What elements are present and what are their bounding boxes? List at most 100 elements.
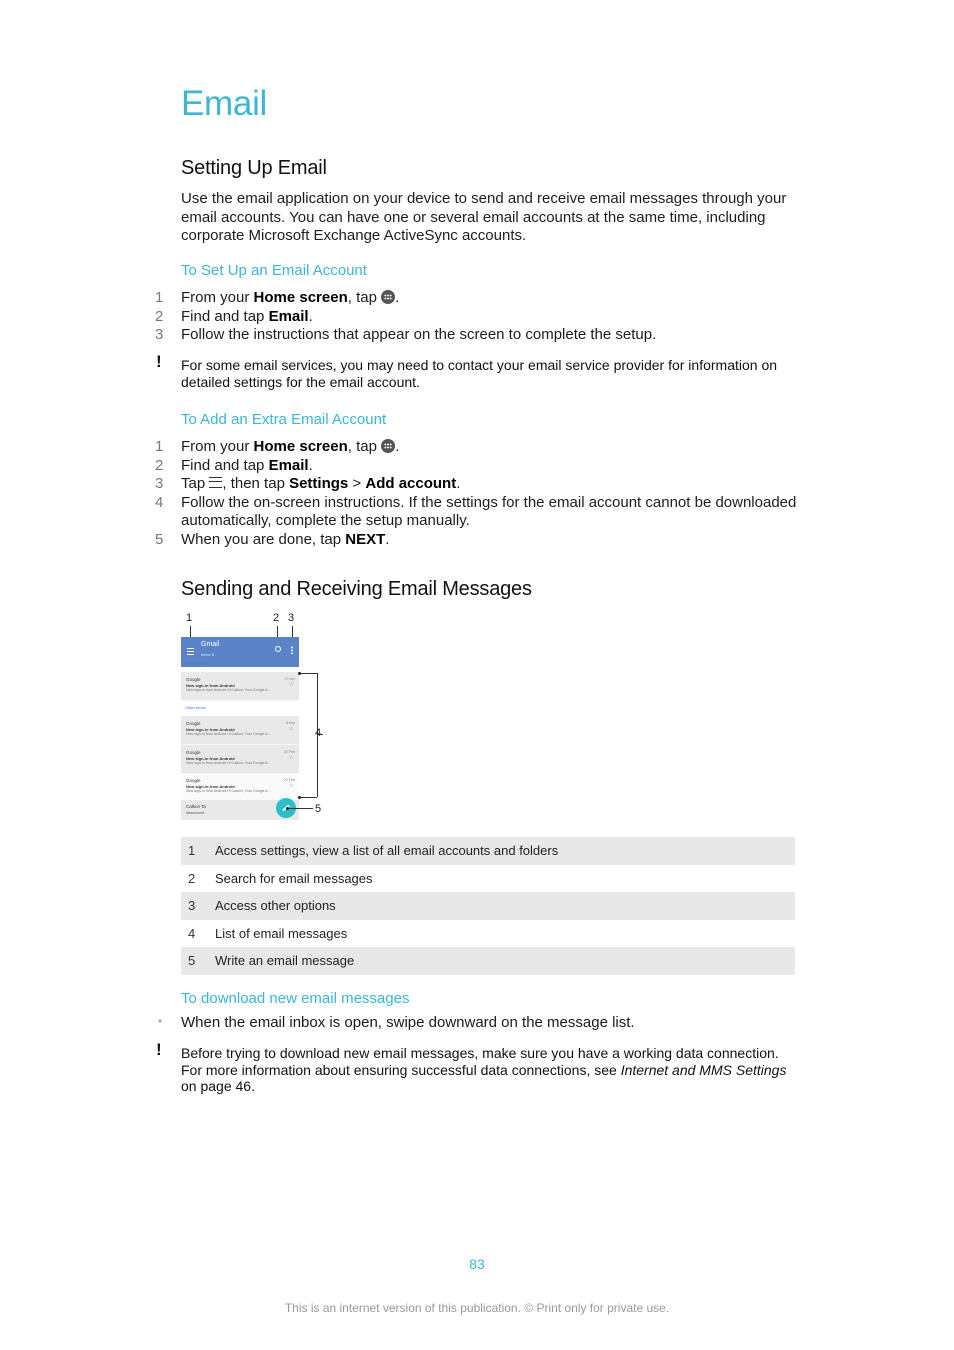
note-text: For some email services, you may need to…: [181, 357, 778, 390]
note-text-part: on page 46.: [181, 1078, 255, 1094]
subheading-add-extra-account: To Add an Extra Email Account: [181, 411, 387, 428]
step-number: 1: [155, 289, 164, 306]
step-item: 5 When you are done, tap NEXT.: [150, 531, 800, 550]
legend-text: List of email messages: [215, 925, 348, 941]
legend-number: 1: [188, 843, 196, 859]
legend-row: 5 Write an email message: [181, 947, 795, 975]
note-setup: ! For some email services, you may need …: [150, 352, 800, 390]
step-text: .: [395, 289, 400, 306]
legend-number: 5: [188, 953, 196, 969]
legend-number: 2: [188, 870, 196, 886]
extra-steps-list: 1 From your Home screen, tap . 2 Find an…: [150, 438, 800, 549]
step-number: 3: [155, 475, 164, 492]
star-icon: ☆: [288, 726, 294, 732]
exclamation-icon: !: [156, 1040, 162, 1059]
legend-row: 1 Access settings, view a list of all ema…: [181, 837, 795, 865]
ui-term-email: Email: [268, 307, 309, 325]
leader-dot: [298, 672, 301, 675]
step-item: 2 Find and tap Email.: [150, 308, 800, 327]
step-text: Find and tap: [181, 307, 269, 325]
step-number: 4: [155, 493, 164, 511]
step-number: 5: [155, 530, 164, 548]
bullet-icon: •: [158, 1014, 163, 1028]
draft-sender: Calkori Ta: [186, 804, 206, 809]
message-preview: New sign-in from Android Hi Calkori, You…: [186, 789, 271, 793]
apps-icon: [381, 290, 396, 304]
step-item: 1 From your Home screen, tap .: [150, 438, 800, 457]
leader-dot: [298, 796, 301, 799]
callout-4: 4: [315, 727, 322, 739]
star-icon: ☆: [288, 682, 294, 688]
message-preview: New sign-in from Android Hi Calkori, You…: [186, 732, 271, 736]
cross-reference-link[interactable]: Internet and MMS Settings: [621, 1062, 787, 1078]
step-text: , tap: [347, 438, 382, 455]
ui-term-email: Email: [268, 456, 309, 474]
callout-5: 5: [315, 803, 322, 815]
app-bar-subtitle: Inbox 5: [201, 652, 215, 657]
group-label: 1 week ago: [185, 661, 206, 666]
step-text: Find and tap: [181, 456, 269, 474]
legend-text: Write an email message: [215, 953, 355, 969]
message-item: Google New sign-in from Android New sign…: [181, 672, 299, 701]
footer-disclaimer: This is an internet version of this publ…: [284, 1301, 670, 1315]
bracket-line: [300, 673, 317, 674]
ui-term-home-screen: Home screen: [253, 438, 348, 455]
page-title: Email: [181, 84, 268, 123]
apps-icon: [381, 439, 396, 453]
step-text: , then tap: [222, 475, 290, 492]
message-item: Google New sign-in from Android New sign…: [181, 716, 299, 745]
legend-text: Access other options: [215, 898, 336, 914]
legend-row: 4 List of email messages: [181, 920, 795, 948]
step-text: When you are done, tap: [181, 530, 346, 548]
message-preview: New sign-in from Android Hi Calkori, You…: [186, 761, 271, 765]
bullet-text: When the email inbox is open, swipe down…: [181, 1014, 635, 1031]
step-item: 3 Tap , then tap Settings > Add account.: [150, 475, 800, 494]
draft-attachment-label: Attachment: [186, 811, 205, 815]
section-heading-setting-up: Setting Up Email: [181, 157, 327, 179]
callout-2: 2: [273, 612, 280, 624]
step-text: .: [308, 307, 313, 325]
section-heading-sending-receiving: Sending and Receiving Email Messages: [181, 578, 532, 600]
step-text: .: [456, 475, 461, 492]
step-number: 1: [155, 438, 164, 455]
setup-steps-list: 1 From your Home screen, tap . 2 Find an…: [150, 289, 800, 345]
step-item: 3 Follow the instructions that appear on…: [150, 326, 800, 345]
email-app-screenshot: 1 2 3 Gmail Inbox 5 1 week ago Google Ne…: [181, 611, 331, 826]
message-item: Google New sign-in from Android New sign…: [181, 745, 299, 774]
step-item: 1 From your Home screen, tap .: [150, 289, 800, 308]
callout-1: 1: [186, 612, 193, 624]
app-bar-title: Gmail: [201, 641, 220, 648]
step-text: From your: [181, 289, 254, 306]
step-text: .: [385, 530, 390, 548]
step-number: 2: [155, 456, 164, 474]
page-number: 83: [469, 1256, 485, 1272]
legend-text: Search for email messages: [215, 870, 373, 886]
subheading-download-messages: To download new email messages: [181, 990, 410, 1007]
menu-icon: [187, 648, 194, 655]
callout-legend-table: 1 Access settings, view a list of all ema…: [181, 837, 795, 975]
legend-row: 3 Access other options: [181, 892, 795, 920]
exclamation-icon: !: [156, 352, 162, 371]
star-icon: ☆: [288, 755, 294, 761]
more-options-icon: [291, 646, 293, 654]
step-item: 2 Find and tap Email.: [150, 457, 800, 476]
step-text: Follow the on-screen instructions. If th…: [181, 493, 797, 530]
menu-icon: [209, 477, 223, 488]
callout-3: 3: [288, 612, 295, 624]
step-text: >: [348, 475, 366, 492]
step-text: .: [308, 456, 313, 474]
step-text: From your: [181, 438, 254, 455]
step-number: 3: [155, 326, 164, 343]
message-sender: Google: [186, 778, 201, 783]
legend-number: 3: [188, 898, 196, 914]
bullet-item: • When the email inbox is open, swipe do…: [150, 1014, 800, 1031]
message-sender: Google: [186, 677, 201, 682]
step-text: .: [395, 438, 400, 455]
ui-term-settings: Settings: [289, 475, 349, 492]
note-text: Before trying to download new email mess…: [150, 1045, 800, 1095]
bracket-line: [300, 797, 317, 798]
step-item: 4 Follow the on-screen instructions. If …: [150, 494, 800, 531]
message-sender: Google: [186, 721, 201, 726]
group-label: Older email: [185, 705, 206, 710]
leader-dot: [286, 807, 289, 810]
